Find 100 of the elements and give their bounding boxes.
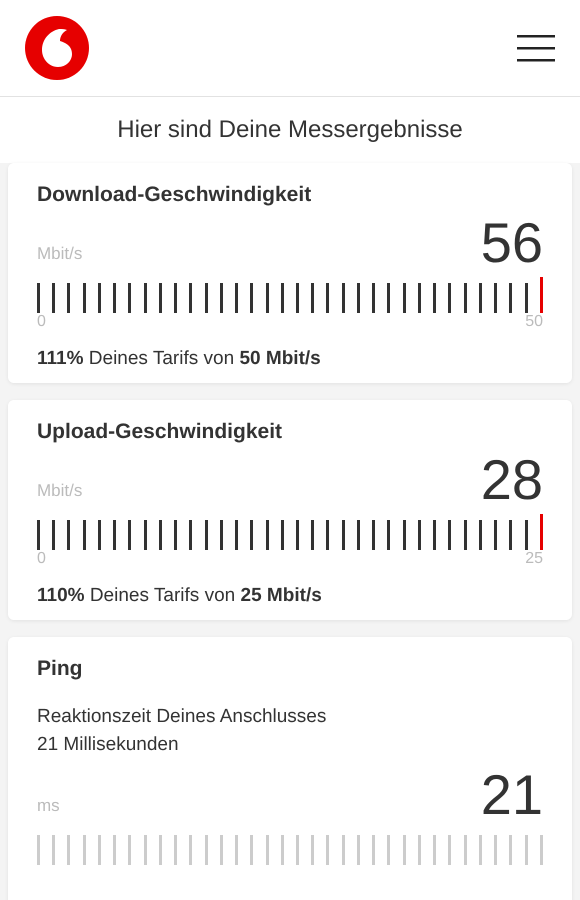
card-title: Ping (37, 656, 84, 682)
gauge-tick (235, 834, 238, 864)
gauge-tick (158, 282, 162, 312)
measured-value: 28 (480, 450, 543, 510)
gauge-tick (356, 520, 360, 550)
gauge-tick (158, 834, 162, 864)
card-title: Upload-Geschwindigkeit (37, 419, 284, 445)
gauge-tick (356, 834, 360, 864)
gauge-tick (402, 520, 406, 550)
gauge-tick (189, 520, 192, 550)
gauge-tick (52, 282, 56, 312)
gauge-tick (128, 520, 132, 550)
gauge-tick (342, 520, 345, 550)
scale-min-label: 0 (37, 312, 46, 330)
scale-min-label: 0 (37, 550, 46, 568)
gauge-tick (250, 520, 254, 550)
gauge-tick (67, 834, 70, 864)
measured-value: 56 (480, 212, 543, 272)
gauge-tick (250, 834, 254, 864)
logo-icon (25, 16, 89, 80)
gauge-tick (189, 834, 192, 864)
gauge-tick (448, 520, 452, 550)
gauge-tick (311, 834, 314, 864)
gauge-tick (98, 520, 101, 550)
gauge-tick (402, 834, 406, 864)
card-title: Download-Geschwindigkeit (37, 182, 312, 208)
gauge-tick (37, 520, 40, 550)
menu-icon[interactable] (517, 34, 555, 62)
gauge-tick (433, 282, 436, 312)
gauge-tick (113, 834, 116, 864)
gauge-tick (387, 834, 390, 864)
gauge-tick (433, 834, 436, 864)
gauge-tick (280, 282, 284, 312)
gauge-tick (372, 282, 376, 312)
gauge-tick (509, 834, 512, 864)
gauge-tick (478, 520, 482, 550)
gauge-tick (220, 834, 223, 864)
gauge-tick (113, 282, 116, 312)
gauge-tick (204, 282, 208, 312)
gauge-tick (220, 282, 223, 312)
gauge-tick (311, 282, 314, 312)
gauge-tick (509, 282, 512, 312)
gauge-tick (326, 282, 330, 312)
gauge-tick (280, 834, 284, 864)
summary-text: 110% Deines Tarifs von 25 Mbit/s (37, 584, 323, 608)
scale-max-label: 25 (525, 550, 543, 568)
gauge-tick (174, 834, 178, 864)
gauge-tick (52, 834, 56, 864)
gauge-tick (326, 834, 330, 864)
gauge-tick (464, 520, 467, 550)
gauge-tick (509, 520, 512, 550)
gauge-tick (494, 520, 498, 550)
gauge-tick (296, 520, 299, 550)
gauge-tick (67, 282, 70, 312)
gauge-tick (98, 282, 101, 312)
gauge-tick (52, 520, 56, 550)
gauge-tick (82, 520, 86, 550)
gauge-tick (296, 834, 299, 864)
gauge-tick (128, 282, 132, 312)
gauge-tick (387, 520, 390, 550)
measured-value: 21 (480, 764, 543, 824)
summary-text: 111% Deines Tarifs von 50 Mbit/s (37, 346, 322, 370)
gauge-tick (204, 520, 208, 550)
scale-max-label: 50 (525, 312, 543, 330)
gauge-tick (250, 282, 254, 312)
description-text: Reaktionszeit Deines Anschlusses (37, 704, 328, 728)
gauge-tick (280, 520, 284, 550)
gauge-tick (158, 520, 162, 550)
gauge-tick (220, 520, 223, 550)
gauge-tick (418, 520, 421, 550)
gauge-tick (356, 282, 360, 312)
description-text: 21 Millisekunden (37, 732, 180, 756)
gauge-tick (478, 282, 482, 312)
gauge-tick (144, 834, 147, 864)
gauge-tick (98, 834, 101, 864)
gauge-tick (189, 282, 192, 312)
gauge-tick (82, 834, 86, 864)
gauge-tick (448, 282, 452, 312)
gauge-tick (266, 834, 269, 864)
gauge-tick (174, 282, 178, 312)
gauge-tick (524, 282, 528, 312)
gauge-tick (387, 282, 390, 312)
gauge-tick (342, 282, 345, 312)
gauge-tick (524, 834, 528, 864)
gauge-tick (67, 520, 70, 550)
unit-label: ms (37, 795, 60, 817)
gauge-tick (448, 834, 452, 864)
gauge-tick (113, 520, 116, 550)
gauge-tick (144, 282, 147, 312)
gauge-tick (464, 282, 467, 312)
gauge-tick (418, 834, 421, 864)
gauge-tick (372, 520, 376, 550)
gauge-tick (464, 834, 467, 864)
gauge-tick (174, 520, 178, 550)
gauge-tick (311, 520, 314, 550)
gauge-tick (433, 520, 436, 550)
gauge-tick (372, 834, 376, 864)
gauge-tick (204, 834, 208, 864)
unit-label: Mbit/s (37, 480, 82, 502)
gauge-tick (494, 834, 498, 864)
